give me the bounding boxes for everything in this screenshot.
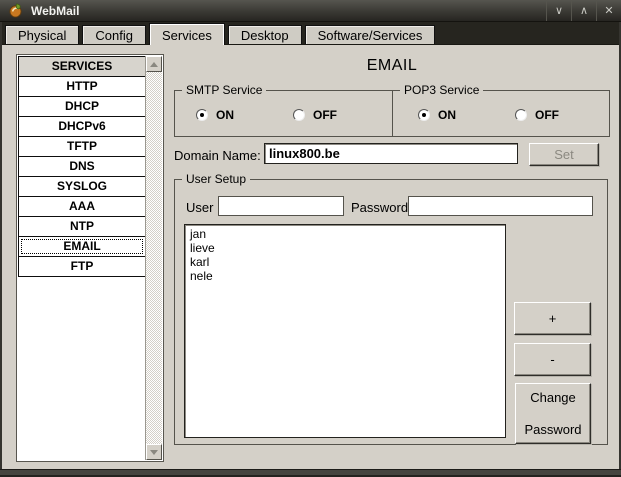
change-password-line1: Change	[530, 390, 576, 405]
smtp-on-option[interactable]: ON	[196, 108, 234, 122]
window-frame-bottom	[0, 469, 621, 477]
sidebar-item-email[interactable]: EMAIL	[18, 236, 146, 257]
scroll-up-icon[interactable]	[146, 56, 162, 72]
window-controls: ∨ ∧ ✕	[546, 0, 621, 21]
tab-config[interactable]: Config	[82, 25, 146, 44]
pop3-off-radio[interactable]	[515, 109, 527, 121]
sidebar-item-dns[interactable]: DNS	[18, 156, 146, 177]
sidebar-item-dhcp[interactable]: DHCP	[18, 96, 146, 117]
list-item[interactable]: karl	[190, 255, 500, 269]
scroll-down-icon[interactable]	[146, 444, 162, 460]
user-input[interactable]	[218, 196, 344, 216]
pop3-off-label: OFF	[535, 108, 559, 122]
sidebar-item-dhcpv6[interactable]: DHCPv6	[18, 116, 146, 137]
tab-services[interactable]: Services	[149, 23, 225, 45]
domain-name-input[interactable]	[264, 143, 518, 164]
smtp-service-legend: SMTP Service	[182, 83, 267, 97]
pop3-on-radio[interactable]	[418, 109, 430, 121]
sidebar-item-ftp[interactable]: FTP	[18, 256, 146, 277]
webmail-window: WebMail ∨ ∧ ✕ Physical Config Services D…	[0, 0, 621, 477]
close-icon[interactable]: ✕	[596, 0, 621, 21]
user-setup-legend: User Setup	[182, 172, 251, 186]
smtp-on-radio[interactable]	[196, 109, 208, 121]
tab-software-services[interactable]: Software/Services	[304, 25, 436, 44]
add-user-button[interactable]: +	[514, 302, 591, 335]
sidebar-scrollbar[interactable]	[145, 56, 162, 460]
sidebar-item-tftp[interactable]: TFTP	[18, 136, 146, 157]
smtp-off-option[interactable]: OFF	[293, 108, 337, 122]
sidebar-item-aaa[interactable]: AAA	[18, 196, 146, 217]
pop3-on-label: ON	[438, 108, 456, 122]
services-list: SERVICES HTTP DHCP DHCPv6 TFTP DNS SYSLO…	[18, 56, 146, 277]
domain-name-label: Domain Name:	[174, 148, 261, 163]
maximize-icon[interactable]: ∧	[571, 0, 596, 21]
password-label: Password	[351, 200, 409, 215]
pop3-on-option[interactable]: ON	[418, 108, 456, 122]
minimize-icon[interactable]: ∨	[546, 0, 571, 21]
services-list-header: SERVICES	[18, 56, 146, 77]
list-item[interactable]: nele	[190, 269, 500, 283]
user-setup-group: User Setup User Password jan lieve karl …	[174, 172, 608, 445]
services-panel: SERVICES HTTP DHCP DHCPv6 TFTP DNS SYSLO…	[2, 45, 619, 469]
tab-physical[interactable]: Physical	[5, 25, 80, 44]
change-password-button[interactable]: Change Password	[515, 383, 591, 444]
pop3-service-group: POP3 Service ON OFF	[392, 83, 610, 137]
change-password-line2: Password	[524, 422, 582, 437]
user-list[interactable]: jan lieve karl nele	[184, 224, 506, 438]
list-item[interactable]: lieve	[190, 241, 500, 255]
pop3-service-legend: POP3 Service	[400, 83, 484, 97]
titlebar: WebMail ∨ ∧ ✕	[0, 0, 621, 22]
app-icon	[9, 3, 22, 18]
set-button[interactable]: Set	[529, 143, 599, 166]
sidebar-item-syslog[interactable]: SYSLOG	[18, 176, 146, 197]
window-frame-left	[0, 22, 2, 477]
user-label: User	[186, 200, 214, 215]
page-title: EMAIL	[366, 57, 418, 74]
password-input[interactable]	[408, 196, 593, 216]
sidebar-item-ntp[interactable]: NTP	[18, 216, 146, 237]
tab-bar: Physical Config Services Desktop Softwar…	[0, 22, 621, 45]
remove-user-button[interactable]: -	[514, 343, 591, 376]
list-item[interactable]: jan	[190, 227, 500, 241]
sidebar-item-http[interactable]: HTTP	[18, 76, 146, 97]
smtp-service-group: SMTP Service ON OFF	[174, 83, 393, 137]
window-title: WebMail	[31, 3, 80, 18]
smtp-off-radio[interactable]	[293, 109, 305, 121]
smtp-off-label: OFF	[313, 108, 337, 122]
pop3-off-option[interactable]: OFF	[515, 108, 559, 122]
services-sidebar: SERVICES HTTP DHCP DHCPv6 TFTP DNS SYSLO…	[16, 54, 164, 462]
smtp-on-label: ON	[216, 108, 234, 122]
tab-desktop[interactable]: Desktop	[227, 25, 302, 44]
